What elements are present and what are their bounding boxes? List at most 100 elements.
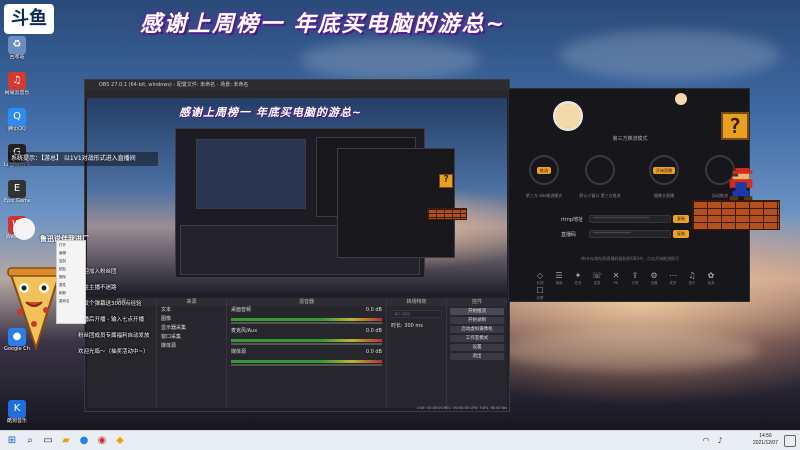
- tool-2-icon[interactable]: ☰ 弹幕: [552, 271, 566, 286]
- push-note: 将rtmp地址和直播码复制到OBS中，点击开始推流即可: [580, 256, 679, 261]
- browser-icon[interactable]: ●: [78, 435, 90, 447]
- volume-slider[interactable]: [231, 364, 382, 366]
- volume-slider[interactable]: [231, 343, 382, 345]
- taskbar: ⊞ ⌕ ▭ ▰ ● ◉ ◆ ◠ ♪ 14:56 2021/12/07: [0, 430, 800, 450]
- user-avatar-small[interactable]: [675, 93, 687, 105]
- stream-app-taskbar-icon[interactable]: ◆: [114, 435, 126, 447]
- clock-time: 14:56: [759, 433, 772, 439]
- obs-title-bar[interactable]: OBS 27.0.1 (64-bit, windows) - 配置文件: 未命名…: [85, 80, 509, 90]
- context-menu[interactable]: 打开 编辑 复制 粘贴 删除 属性 刷新 重命名: [56, 240, 86, 324]
- mixer-channel: 麦克风/Aux 0.0 dB: [227, 327, 386, 336]
- volume-icon[interactable]: ♪: [714, 435, 726, 447]
- control-button[interactable]: 启动虚拟摄像机: [450, 326, 504, 333]
- duration-value[interactable]: 300 ms: [404, 323, 423, 329]
- desktop-icon-qq[interactable]: Q 腾讯QQ: [6, 108, 28, 132]
- control-button[interactable]: 退出: [450, 353, 504, 360]
- field-label: rtmp地址: [561, 217, 584, 223]
- context-menu-item[interactable]: 删除: [57, 273, 85, 281]
- control-button[interactable]: 开始录制: [450, 317, 504, 324]
- tool-10-icon[interactable]: ✿ 抽奖: [704, 271, 718, 286]
- tool-6-icon[interactable]: ⇪ 分享: [628, 271, 642, 286]
- tool-9-icon[interactable]: ♫ 音乐: [685, 271, 699, 286]
- desktop-icon-netease[interactable]: ♫ 网易云音乐: [4, 72, 30, 96]
- context-menu-item[interactable]: 打开: [57, 241, 85, 249]
- context-menu-item[interactable]: 编辑: [57, 249, 85, 257]
- context-menu-item[interactable]: 复制: [57, 257, 85, 265]
- preview-banner: 感谢上周榜一 年底买电脑的游总~: [179, 106, 363, 119]
- brick-platform: [692, 200, 780, 230]
- tool-label: 投票: [536, 296, 544, 300]
- volume-meter: [231, 339, 382, 342]
- source-item[interactable]: 媒体源: [157, 342, 226, 351]
- tool-5-icon[interactable]: ✕ PK: [609, 271, 623, 286]
- app-toolbar: ◇ 礼物 ☰ 弹幕 ✦ 任务 ☏ 连麦 ✕ PK ⇪ 分享 ⚙ 设置 ⋯ 更多 ♫ 音乐 ✿ 抽奖 ☐ 投票: [533, 271, 733, 300]
- obs-taskbar-icon[interactable]: ◉: [96, 435, 108, 447]
- volume-slider[interactable]: [231, 322, 382, 324]
- tool-label: PK: [613, 281, 619, 285]
- tool-label: 弹幕: [555, 281, 563, 285]
- system-notice: 系统提示：【游总】 以1V1对战形式进入直播间: [8, 152, 158, 166]
- desktop-icon-recycle[interactable]: ♻ 回收站: [6, 36, 28, 60]
- transition-select[interactable]: 淡入淡出: [390, 310, 442, 318]
- white-blob-icon: [13, 218, 35, 240]
- source-item[interactable]: 窗口采集: [157, 333, 226, 342]
- duration-label: 时长: [391, 323, 402, 329]
- mixer-channel-value: 0.0 dB: [365, 307, 382, 313]
- qq-icon: Q: [8, 108, 26, 126]
- controls-dock[interactable]: 控件 开始推流 开始录制 启动虚拟摄像机 工作室模式 设置 退出: [447, 298, 507, 408]
- copy-button[interactable]: 复制: [673, 215, 689, 223]
- tool-3-icon[interactable]: ✦ 任务: [571, 271, 585, 286]
- mixer-dock[interactable]: 混音器 桌面音频 0.0 dB 麦克风/Aux 0.0 dB 媒体源 0.0 dB: [227, 298, 387, 408]
- sources-dock[interactable]: 来源 文本 图像 显示器采集 窗口采集 媒体源: [157, 298, 227, 408]
- transitions-dock-title: 转场特效: [387, 298, 446, 306]
- control-button[interactable]: 开始推流: [450, 308, 504, 315]
- preview-bricks: [427, 208, 467, 220]
- tool-label: 连麦: [593, 281, 601, 285]
- tool-4-icon[interactable]: ☏ 连麦: [590, 271, 604, 286]
- network-icon[interactable]: ◠: [700, 435, 712, 447]
- mode-badge[interactable]: 推流: [537, 167, 551, 174]
- source-item[interactable]: 文本: [157, 306, 226, 315]
- notification-icon[interactable]: [784, 435, 796, 447]
- clock-date: 2021/12/07: [752, 440, 778, 446]
- file-explorer-icon[interactable]: ▰: [60, 435, 72, 447]
- mario-sprite: [729, 168, 753, 202]
- search-icon[interactable]: ⌕: [24, 435, 36, 447]
- field-value[interactable]: *******************: [589, 230, 671, 238]
- desktop-icon-label: 酷狗音乐: [6, 418, 27, 424]
- context-menu-item[interactable]: 属性: [57, 281, 85, 289]
- transitions-dock[interactable]: 转场特效 淡入淡出 时长: 300 ms: [387, 298, 447, 408]
- chat-message: 粉丝团成员专属福利自动发放: [78, 333, 150, 339]
- stream-assistant-window[interactable]: 第三方推流模式 将rtmp地址和直播码复制到OBS中，点击开始推流即可 ◇ 礼物 ☰…: [508, 88, 750, 302]
- control-button[interactable]: 工作室模式: [450, 335, 504, 342]
- copy-button[interactable]: 复制: [673, 230, 689, 238]
- mode-badge[interactable]: 开始直播: [653, 167, 675, 174]
- context-menu-item[interactable]: 粘贴: [57, 265, 85, 273]
- control-button[interactable]: 设置: [450, 344, 504, 351]
- obs-menu-bar[interactable]: [85, 90, 509, 98]
- task-view-icon[interactable]: ▭: [42, 435, 54, 447]
- field-value[interactable]: ****************************: [589, 215, 671, 223]
- windows-start-icon[interactable]: ⊞: [6, 435, 18, 447]
- mixer-channel-value: 0.0 dB: [365, 349, 382, 355]
- context-menu-item[interactable]: 刷新: [57, 289, 85, 297]
- desktop-icon-kugou[interactable]: K 酷狗音乐: [6, 400, 28, 424]
- tool-8-icon[interactable]: ⋯ 更多: [666, 271, 680, 286]
- sources-dock-title: 来源: [157, 298, 226, 306]
- streamer-avatar[interactable]: [553, 101, 583, 131]
- clock[interactable]: 14:56 2021/12/07: [753, 433, 778, 447]
- tool-label: 设置: [650, 281, 658, 285]
- tool-7-icon[interactable]: ⚙ 设置: [647, 271, 661, 286]
- mode-option[interactable]: [585, 155, 615, 185]
- source-item[interactable]: 显示器采集: [157, 324, 226, 333]
- tool-label: 音乐: [688, 281, 696, 285]
- context-menu-item[interactable]: 重命名: [57, 297, 85, 305]
- source-item[interactable]: 图像: [157, 315, 226, 324]
- mode-caption: 第三方 obs推流模式: [525, 193, 563, 198]
- field-label: 直播码: [561, 232, 577, 238]
- tool-11-icon[interactable]: ☐ 投票: [533, 286, 547, 301]
- tool-1-icon[interactable]: ◇ 礼物: [533, 271, 547, 286]
- volume-meter: [231, 318, 382, 321]
- nested-preview: [196, 139, 306, 209]
- chat-message: 一发个弹幕送3000点经验: [78, 301, 142, 307]
